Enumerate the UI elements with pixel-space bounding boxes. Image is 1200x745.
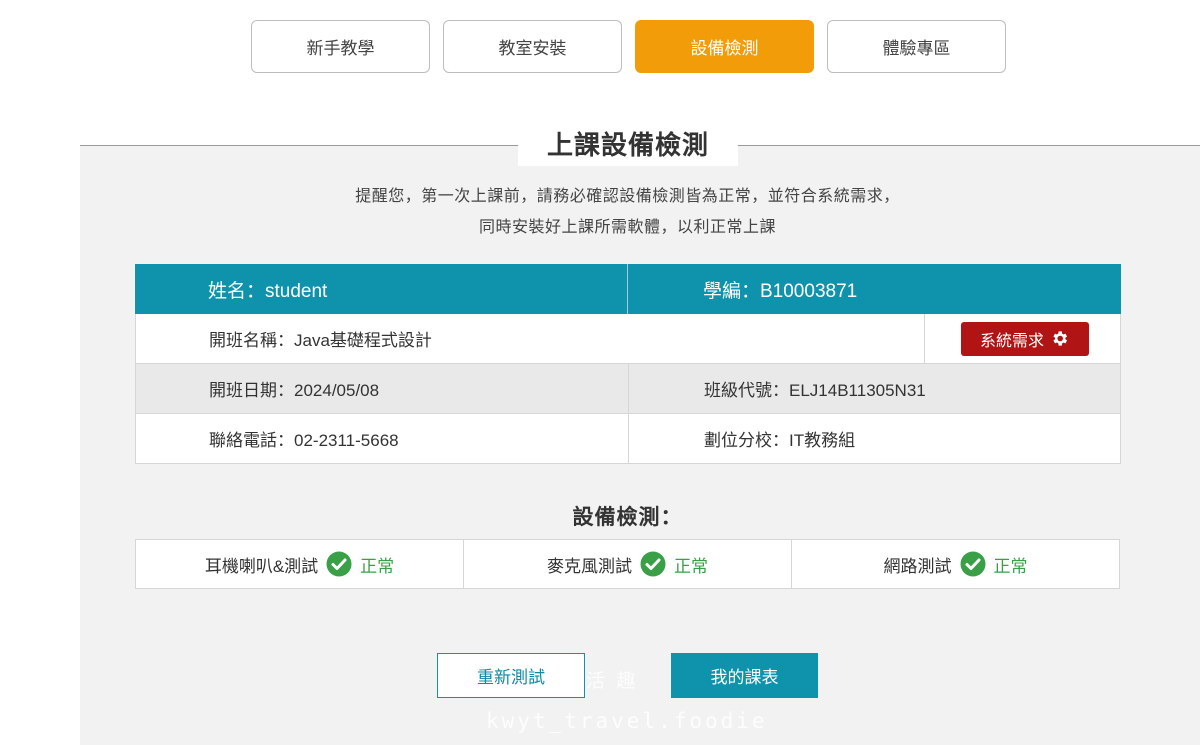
device-check-title: 設備檢測： <box>572 506 683 529</box>
device-check-results: 耳機喇叭&測試 正常 麥克風測試 正常 網路測試 正常 <box>135 539 1120 589</box>
class-name: 開班名稱：Java基礎程式設計 <box>209 331 432 350</box>
tab-trial-zone[interactable]: 體驗專區 <box>827 20 1006 73</box>
check-microphone: 麥克風測試 正常 <box>463 540 791 588</box>
system-requirements-button[interactable]: 系統需求 <box>960 321 1089 356</box>
check-headphone-speaker: 耳機喇叭&測試 正常 <box>136 540 463 588</box>
check-label: 耳機喇叭&測試 <box>204 556 319 576</box>
gear-icon <box>1053 331 1068 346</box>
class-code: 班級代號：ELJ14B11305N31 <box>628 364 1120 413</box>
check-circle-icon <box>960 551 986 577</box>
branch-school: 劃位分校：IT教務組 <box>628 414 1120 463</box>
check-status: 正常 <box>360 556 395 576</box>
my-schedule-button[interactable]: 我的課表 <box>671 653 818 698</box>
system-requirements-cell: 系統需求 <box>924 314 1120 363</box>
check-status: 正常 <box>993 556 1028 576</box>
check-status: 正常 <box>674 556 708 576</box>
info-date-row: 開班日期：2024/05/08 班級代號：ELJ14B11305N31 <box>135 364 1121 414</box>
tab-device-check[interactable]: 設備檢測 <box>635 20 814 73</box>
contact-phone: 聯絡電話：02-2311-5668 <box>209 431 399 450</box>
info-header-row: 姓名：student 學編：B10003871 <box>135 264 1121 314</box>
class-start-date: 開班日期：2024/05/08 <box>209 381 380 400</box>
notice-line-1: 提醒您，第一次上課前，請務必確認設備檢測皆為正常，並符合系統需求， <box>355 188 900 205</box>
student-name: 姓名：student <box>208 280 328 302</box>
notice-line-2: 同時安裝好上課所需軟體，以利正常上課 <box>478 219 776 236</box>
check-label: 麥克風測試 <box>547 556 632 576</box>
system-requirements-label: 系統需求 <box>979 332 1044 350</box>
watermark-handle: kwyt_travel.foodie <box>486 709 768 733</box>
tab-beginner-tutorial[interactable]: 新手教學 <box>251 20 430 73</box>
student-info-table: 姓名：student 學編：B10003871 開班名稱：Java基礎程式設計 … <box>135 264 1121 464</box>
check-circle-icon <box>640 551 666 577</box>
page-title: 上課設備檢測 <box>518 120 738 166</box>
info-contact-row: 聯絡電話：02-2311-5668 劃位分校：IT教務組 <box>135 414 1121 464</box>
student-id: 學編：B10003871 <box>627 264 1121 314</box>
top-tab-bar: 新手教學 教室安裝 設備檢測 體驗專區 <box>251 20 1006 73</box>
info-class-row: 開班名稱：Java基礎程式設計 系統需求 <box>135 314 1121 364</box>
check-circle-icon <box>326 551 352 577</box>
retest-button[interactable]: 重新測試 <box>437 653 585 698</box>
watermark-text: 活 趣 <box>586 671 639 692</box>
tab-classroom-install[interactable]: 教室安裝 <box>443 20 622 73</box>
notice-text: 提醒您，第一次上課前，請務必確認設備檢測皆為正常，並符合系統需求， 同時安裝好上… <box>0 181 1200 243</box>
check-label: 網路測試 <box>883 556 952 576</box>
check-network: 網路測試 正常 <box>791 540 1119 588</box>
